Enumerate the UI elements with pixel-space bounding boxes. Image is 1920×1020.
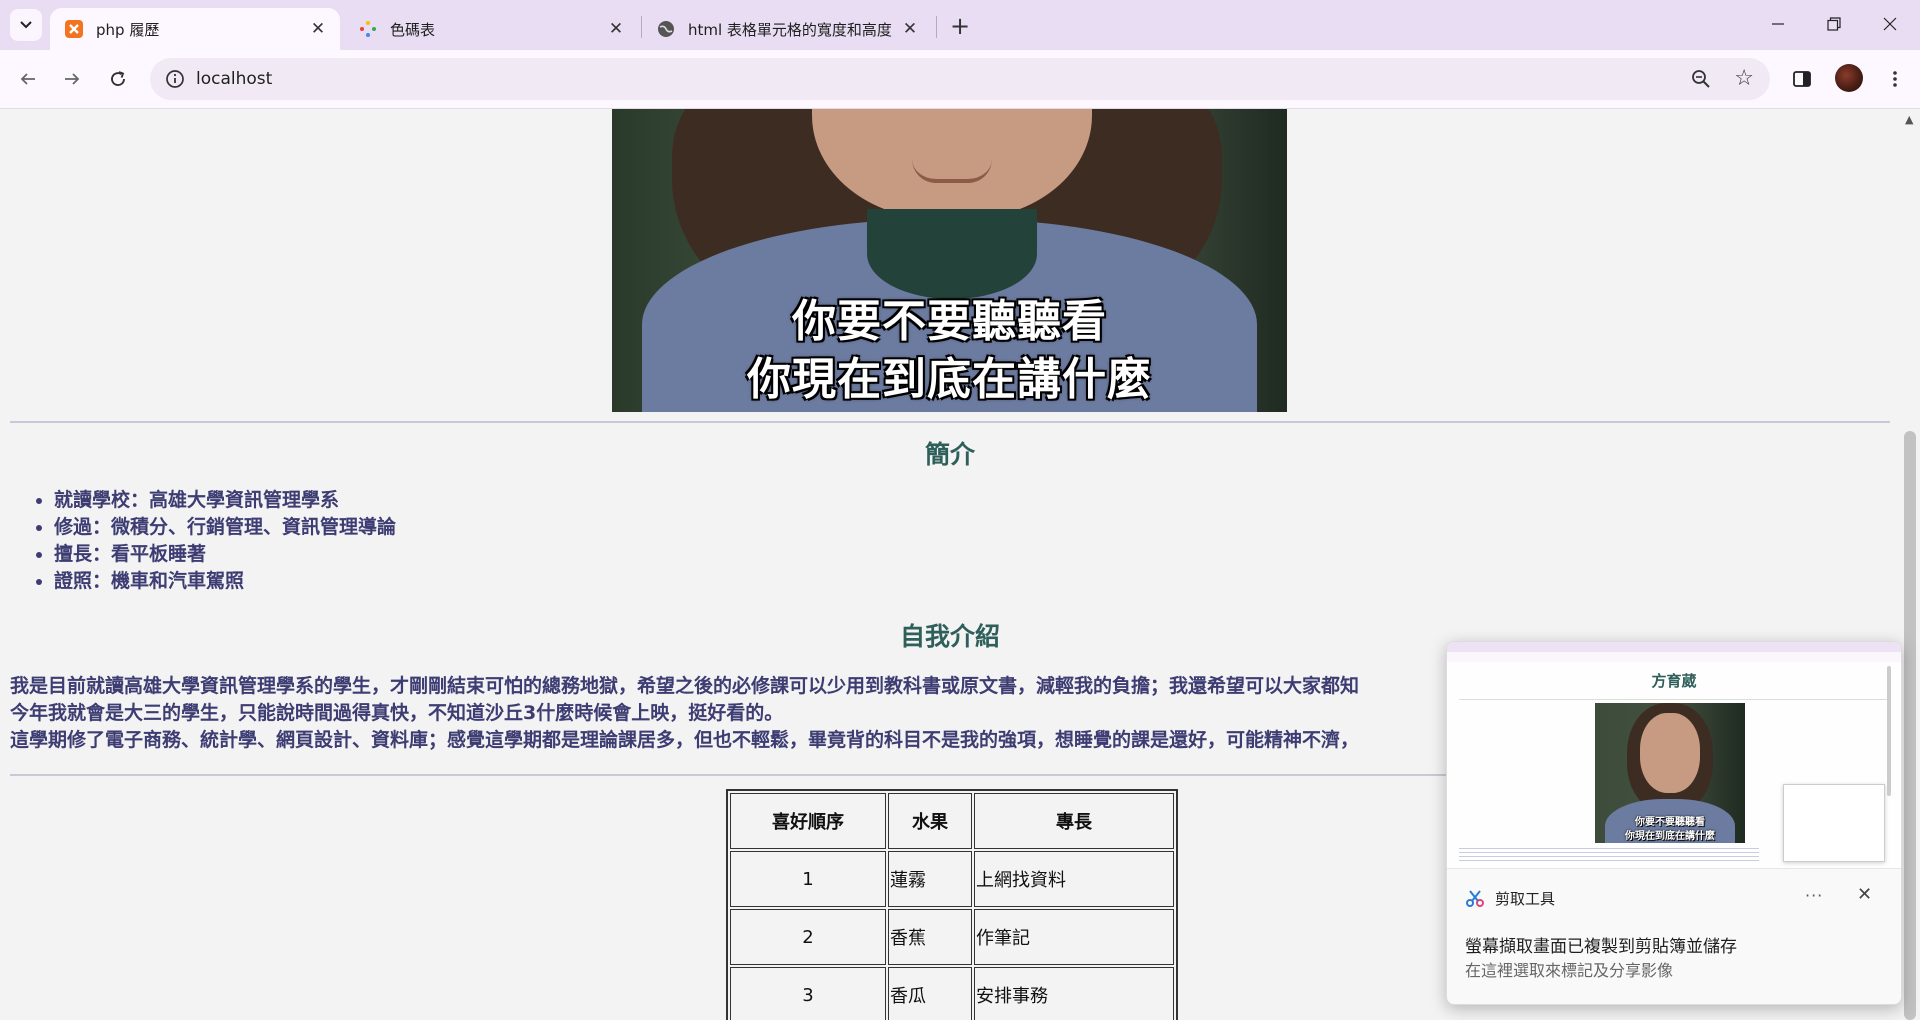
column-header: 專長	[974, 793, 1174, 849]
tab-title: html 表格單元格的寬度和高度	[688, 20, 892, 39]
table-cell: 上網找資料	[974, 851, 1174, 907]
table-cell: 蓮霧	[888, 851, 972, 907]
site-info-icon[interactable]	[164, 68, 186, 90]
restore-icon	[1827, 17, 1841, 31]
tab-title: php 履歷	[96, 20, 160, 39]
photo-subtitle-line-1: 你要不要聽聽看	[792, 296, 1107, 347]
globe-icon	[656, 19, 676, 39]
browser-menu-button[interactable]	[1879, 63, 1911, 95]
back-button[interactable]	[12, 63, 44, 95]
reload-icon	[111, 71, 125, 86]
table-row: 1 蓮霧 上網找資料	[730, 851, 1174, 907]
more-options-icon[interactable]: ···	[1805, 886, 1823, 905]
tab-html-table[interactable]: html 表格單元格的寬度和高度 ✕	[642, 8, 932, 50]
list-item: 證照：機車和汽車駕照	[54, 568, 396, 595]
preview-photo: 你要不要聽聽看 你現在到底在講什麼	[1595, 703, 1745, 843]
url-text[interactable]: localhost	[196, 69, 272, 89]
notification-sub-message: 在這裡選取來標記及分享影像	[1465, 961, 1674, 980]
tab-separator	[936, 16, 937, 38]
tab-strip: php 履歷 ✕ 色碼表 ✕ html 表格單元格的寬度和高度 ✕ +	[0, 0, 1920, 50]
table-cell: 3	[730, 967, 886, 1020]
tab-title: 色碼表	[390, 20, 436, 39]
divider	[10, 421, 1890, 423]
preview-title: 方育葳	[1651, 672, 1697, 690]
profile-photo: 你要不要聽聽看 你現在到底在講什麼	[612, 109, 1287, 412]
scroll-up-arrow-icon[interactable]: ▲	[1905, 113, 1913, 126]
table-cell: 2	[730, 909, 886, 965]
column-header: 喜好順序	[730, 793, 886, 849]
minimize-icon	[1772, 23, 1784, 25]
close-tab-icon[interactable]: ✕	[898, 17, 922, 41]
table-cell: 香瓜	[888, 967, 972, 1020]
restore-button[interactable]	[1811, 6, 1857, 42]
arrow-right-icon	[65, 73, 80, 85]
screenshot-preview[interactable]: 方育葳 你要不要聽聽看 你現在到底在講什麼	[1447, 642, 1901, 869]
zoom-icon[interactable]	[1690, 68, 1712, 90]
column-header: 水果	[888, 793, 972, 849]
list-item: 擅長：看平板睡著	[54, 541, 396, 568]
page-scrollbar[interactable]: ▲	[1900, 109, 1920, 1020]
more-vertical-icon	[1893, 71, 1897, 87]
tab-search-button[interactable]	[10, 9, 42, 41]
favorites-table: 喜好順序 水果 專長 1 蓮霧 上網找資料 2 香蕉 作筆記 3 香瓜 安排事務	[726, 789, 1178, 1020]
table-cell: 作筆記	[974, 909, 1174, 965]
nested-preview	[1783, 784, 1885, 862]
table-row: 3 香瓜 安排事務	[730, 967, 1174, 1020]
close-tab-icon[interactable]: ✕	[306, 17, 330, 41]
arrow-left-icon	[20, 73, 35, 85]
list-item: 修過：微積分、行銷管理、資訊管理導論	[54, 514, 396, 541]
intro-heading: 簡介	[924, 440, 975, 469]
scrollbar-thumb[interactable]	[1904, 431, 1916, 1020]
close-window-button[interactable]	[1867, 6, 1913, 42]
snipping-tool-icon	[1466, 890, 1484, 907]
tab-php-resume[interactable]: php 履歷 ✕	[50, 8, 340, 50]
list-item: 就讀學校：高雄大學資訊管理學系	[54, 487, 396, 514]
table-cell: 安排事務	[974, 967, 1174, 1020]
xampp-icon	[64, 19, 84, 39]
profile-avatar[interactable]	[1835, 64, 1863, 92]
preview-subtitle: 你現在到底在講什麼	[1625, 831, 1715, 842]
new-tab-button[interactable]: +	[946, 12, 974, 40]
google-sites-icon	[358, 19, 378, 39]
forward-button[interactable]	[56, 63, 88, 95]
close-icon	[1883, 17, 1897, 31]
close-tab-icon[interactable]: ✕	[604, 17, 628, 41]
table-row: 2 香蕉 作筆記	[730, 909, 1174, 965]
side-panel-icon	[1793, 71, 1811, 87]
skills-list: 就讀學校：高雄大學資訊管理學系 修過：微積分、行銷管理、資訊管理導論 擅長：看平…	[10, 487, 396, 595]
address-bar[interactable]: localhost ☆	[150, 58, 1770, 100]
browser-toolbar: localhost ☆	[0, 50, 1920, 109]
tab-color-chart[interactable]: 色碼表 ✕	[344, 8, 638, 50]
close-notification-icon[interactable]: ✕	[1857, 884, 1872, 905]
table-cell: 1	[730, 851, 886, 907]
reload-button[interactable]	[102, 63, 134, 95]
preview-subtitle: 你要不要聽聽看	[1635, 817, 1705, 828]
minimize-button[interactable]	[1755, 6, 1801, 42]
side-panel-button[interactable]	[1786, 63, 1818, 95]
chevron-down-icon	[20, 21, 32, 29]
bookmark-star-icon[interactable]: ☆	[1734, 66, 1754, 91]
snipping-tool-notification[interactable]: 方育葳 你要不要聽聽看 你現在到底在講什麼 剪取工具 ··· ✕ 螢幕擷取畫面已…	[1446, 641, 1902, 1005]
notification-header: 剪取工具 ··· ✕	[1465, 884, 1885, 912]
table-cell: 香蕉	[888, 909, 972, 965]
photo-subtitle-line-2: 你現在到底在講什麼	[747, 354, 1152, 405]
notification-app-name: 剪取工具	[1495, 889, 1556, 908]
table-header-row: 喜好順序 水果 專長	[730, 793, 1174, 849]
notification-message: 螢幕擷取畫面已複製到剪貼簿並儲存	[1465, 937, 1737, 957]
